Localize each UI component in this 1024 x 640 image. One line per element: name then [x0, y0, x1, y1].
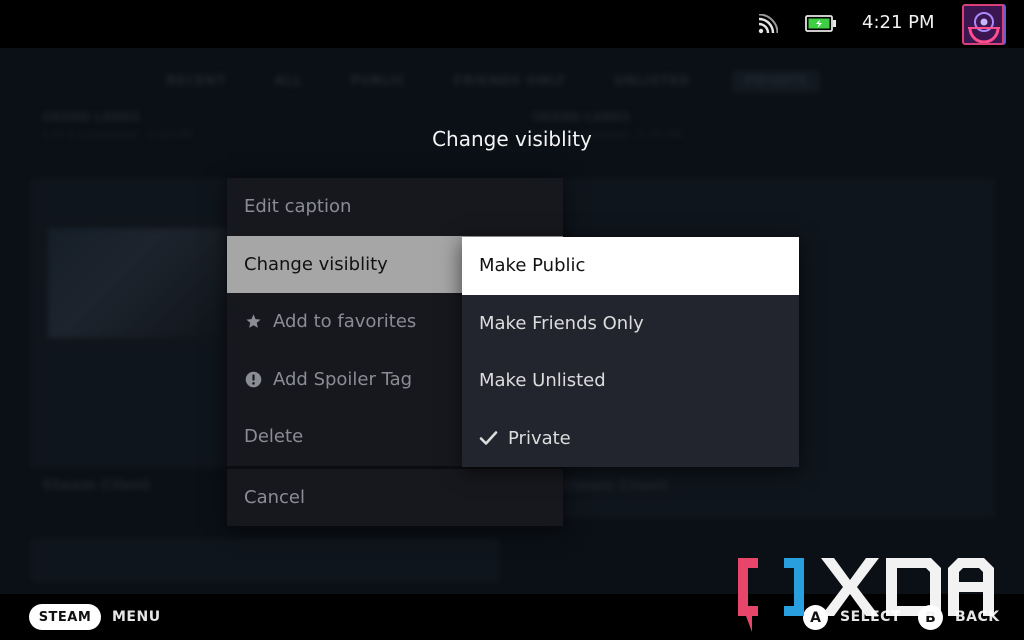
- exclamation-circle-icon: [244, 370, 262, 388]
- avatar-image: [964, 6, 1002, 43]
- checkmark-icon: [479, 430, 499, 446]
- xda-letter-x: [821, 558, 879, 616]
- menu-hint-label: MENU: [112, 609, 161, 625]
- left-bracket: [738, 558, 758, 632]
- xda-letter-a: [948, 558, 994, 616]
- option-private[interactable]: Private: [462, 410, 799, 468]
- menu-item-label: Edit caption: [244, 196, 352, 218]
- option-label: Make Friends Only: [479, 312, 644, 334]
- star-icon: [244, 313, 262, 331]
- option-label: Private: [508, 427, 571, 449]
- steam-label: STEAM: [38, 609, 92, 625]
- menu-item-label: Change visiblity: [244, 253, 388, 275]
- right-bracket: [784, 558, 804, 616]
- option-make-friends-only[interactable]: Make Friends Only: [462, 295, 799, 353]
- option-make-public[interactable]: Make Public: [462, 237, 799, 295]
- menu-item-label: Add Spoiler Tag: [273, 368, 413, 390]
- steam-button[interactable]: STEAM: [29, 604, 101, 630]
- option-label: Make Public: [479, 255, 586, 277]
- menu-item-label: Delete: [244, 426, 304, 448]
- cancel-button[interactable]: Cancel: [227, 468, 563, 526]
- avatar[interactable]: [962, 4, 1004, 45]
- option-label: Make Unlisted: [479, 370, 606, 392]
- xda-letter-d: [886, 558, 941, 616]
- dialog-title: Change visiblity: [432, 127, 592, 151]
- visibility-submenu: Make Public Make Friends Only Make Unlis…: [462, 237, 799, 467]
- clock-time: 4:21 PM: [862, 12, 935, 33]
- battery-charging-icon: [805, 15, 836, 32]
- cancel-label: Cancel: [244, 486, 305, 508]
- wifi-icon: [758, 14, 778, 34]
- status-bar: 4:21 PM: [0, 0, 1024, 48]
- xda-watermark-logo: [738, 558, 994, 632]
- menu-item-edit-caption[interactable]: Edit caption: [227, 178, 563, 236]
- option-make-unlisted[interactable]: Make Unlisted: [462, 352, 799, 410]
- menu-item-label: Add to favorites: [273, 311, 417, 333]
